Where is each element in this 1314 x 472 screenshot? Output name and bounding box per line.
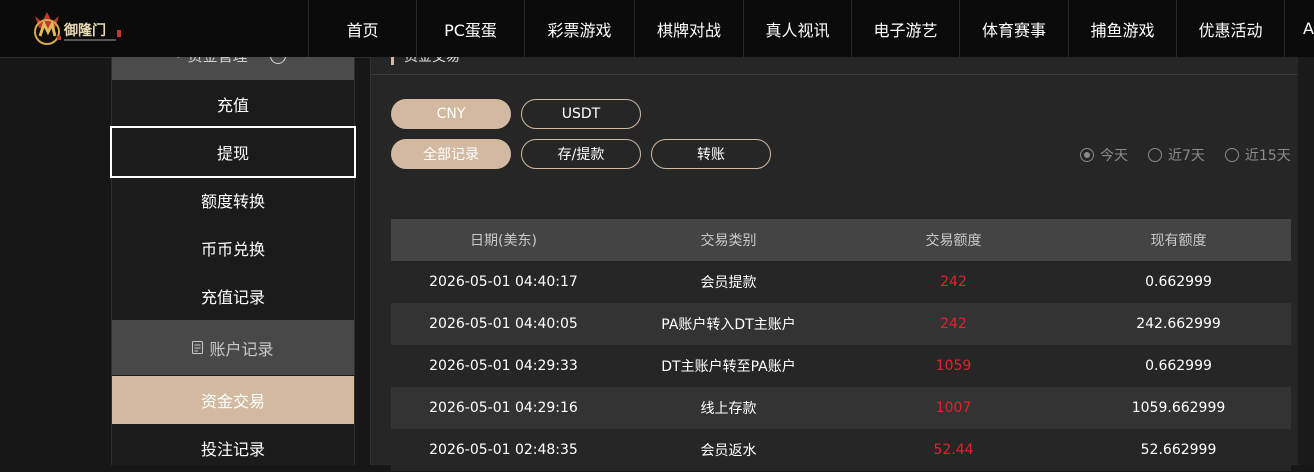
date-filter-group: 今天 近7天 近15天 xyxy=(1080,145,1291,165)
nav-item-lottery[interactable]: 彩票游戏 xyxy=(524,0,634,57)
sidebar-item-quota-transfer[interactable]: 额度转换 xyxy=(112,176,354,224)
cell-balance: 0.662999 xyxy=(1145,358,1212,374)
sidebar-item-fund-transactions[interactable]: 资金交易 xyxy=(112,376,354,424)
top-navigation-bar: 御隆门 首页 PC蛋蛋 彩票游戏 棋牌对战 真人视讯 电子游艺 体育赛事 捕鱼游戏 优惠活动 A xyxy=(0,0,1314,58)
table-row: 2026-05-01 04:29:16 线上存款 1007 1059.662999 xyxy=(391,387,1291,429)
sidebar-item-coin-exchange[interactable]: 币币兑换 xyxy=(112,224,354,272)
nav-item-cut-off-item[interactable]: A xyxy=(1284,0,1314,57)
radio-circle-icon[interactable] xyxy=(1080,148,1094,162)
column-header-type: 交易类别 xyxy=(700,233,757,249)
radio-last-15-days[interactable]: 近15天 xyxy=(1224,145,1291,165)
column-header-date: 日期(美东) xyxy=(470,233,537,249)
logo-emblem-icon: 御隆门 xyxy=(34,12,121,45)
logo-text: 御隆门 xyxy=(63,22,106,39)
cell-date: 2026-05-01 04:29:16 xyxy=(429,400,578,416)
nav-item-pc-dandan[interactable]: PC蛋蛋 xyxy=(416,0,524,57)
nav-item-live-casino[interactable]: 真人视讯 xyxy=(743,0,851,57)
nav-item-fishing[interactable]: 捕鱼游戏 xyxy=(1068,0,1176,57)
radio-label: 近15天 xyxy=(1244,148,1291,164)
cell-date: 2026-05-01 04:40:05 xyxy=(429,316,578,332)
radio-today[interactable]: 今天 xyxy=(1080,145,1128,165)
column-header-amount: 交易额度 xyxy=(925,233,982,249)
cut-off-header-text: • 资金管理 xyxy=(174,57,248,66)
sidebar-item-withdraw[interactable]: 提现 xyxy=(110,126,356,178)
nav-item-chess-cards[interactable]: 棋牌对战 xyxy=(634,0,743,57)
cell-type: 线上存款 xyxy=(700,401,757,417)
title-accent-bar xyxy=(391,57,394,65)
tab-all-records[interactable]: 全部记录 xyxy=(391,139,511,169)
radio-circle-icon[interactable] xyxy=(1148,148,1162,162)
document-icon xyxy=(192,341,204,354)
cell-type: PA账户转入DT主账户 xyxy=(661,317,796,333)
cell-balance: 1059.662999 xyxy=(1131,400,1226,416)
cell-type: 会员提款 xyxy=(700,275,757,291)
table-row: 2026-05-01 04:40:05 PA账户转入DT主账户 242 242.662… xyxy=(391,303,1291,345)
sidebar-section-header-cut: • 资金管理 xyxy=(112,57,354,80)
nav-item-sports[interactable]: 体育赛事 xyxy=(959,0,1068,57)
brand-logo[interactable]: 御隆门 xyxy=(33,6,133,50)
radio-label: 近7天 xyxy=(1168,148,1205,164)
cell-balance: 0.662999 xyxy=(1145,274,1212,290)
table-row: 2026-05-01 04:40:17 会员提款 242 0.662999 xyxy=(391,261,1291,303)
column-header-balance: 现有额度 xyxy=(1150,233,1207,249)
nav-item-promotions[interactable]: 优惠活动 xyxy=(1176,0,1284,57)
radio-label: 今天 xyxy=(1100,148,1128,164)
tab-deposit-withdraw[interactable]: 存/提款 xyxy=(521,139,641,169)
cell-amount: 242 xyxy=(940,316,967,332)
radio-circle-icon[interactable] xyxy=(1224,148,1239,162)
tab-currency-cny[interactable]: CNY xyxy=(391,99,511,129)
table-row: 2026-05-01 04:29:33 DT主账户转至PA账户 1059 0.6629… xyxy=(391,345,1291,387)
radio-last-7-days[interactable]: 近7天 xyxy=(1148,145,1205,165)
cell-amount: 1007 xyxy=(935,400,972,416)
cell-amount: 242 xyxy=(940,274,967,290)
transactions-table: 日期(美东) 交易类别 交易额度 现有额度 2026-05-01 04:40:1… xyxy=(391,219,1291,471)
cell-type: DT主账户转至PA账户 xyxy=(661,359,796,375)
chevron-circle-icon[interactable] xyxy=(270,57,286,64)
cell-date: 2026-05-01 04:29:33 xyxy=(429,358,578,374)
tab-transfer[interactable]: 转账 xyxy=(651,139,771,169)
cell-date: 2026-05-01 04:40:17 xyxy=(429,274,578,290)
cell-amount: 1059 xyxy=(935,358,972,374)
nav-item-home[interactable]: 首页 xyxy=(308,0,416,57)
nav-item-slots[interactable]: 电子游艺 xyxy=(851,0,959,57)
sidebar-section-label: 账户记录 xyxy=(209,339,274,359)
table-header-row: 日期(美东) 交易类别 交易额度 现有额度 xyxy=(391,219,1291,261)
table-body: 2026-05-01 04:40:17 会员提款 242 0.662999 2026-0… xyxy=(391,261,1291,471)
cut-off-title-text: 资金交易 xyxy=(404,57,460,65)
sidebar-section-account-records[interactable]: 账户记录 xyxy=(112,320,354,375)
sidebar-item-deposit-records[interactable]: 充值记录 xyxy=(112,272,354,320)
tab-currency-usdt[interactable]: USDT xyxy=(521,99,641,129)
page-right-edge xyxy=(1298,57,1314,465)
sidebar-item-deposit[interactable]: 充值 xyxy=(112,80,354,128)
main-nav: 首页 PC蛋蛋 彩票游戏 棋牌对战 真人视讯 电子游艺 体育赛事 捕鱼游戏 优惠活动 A xyxy=(308,0,1314,57)
cell-balance: 242.662999 xyxy=(1136,316,1221,332)
panel-title-cut: 资金交易 xyxy=(371,57,1309,75)
account-sidebar: • 资金管理 充值 提现 额度转换 币币兑换 充值记录 账户记录 资金交易 投注… xyxy=(110,57,356,465)
